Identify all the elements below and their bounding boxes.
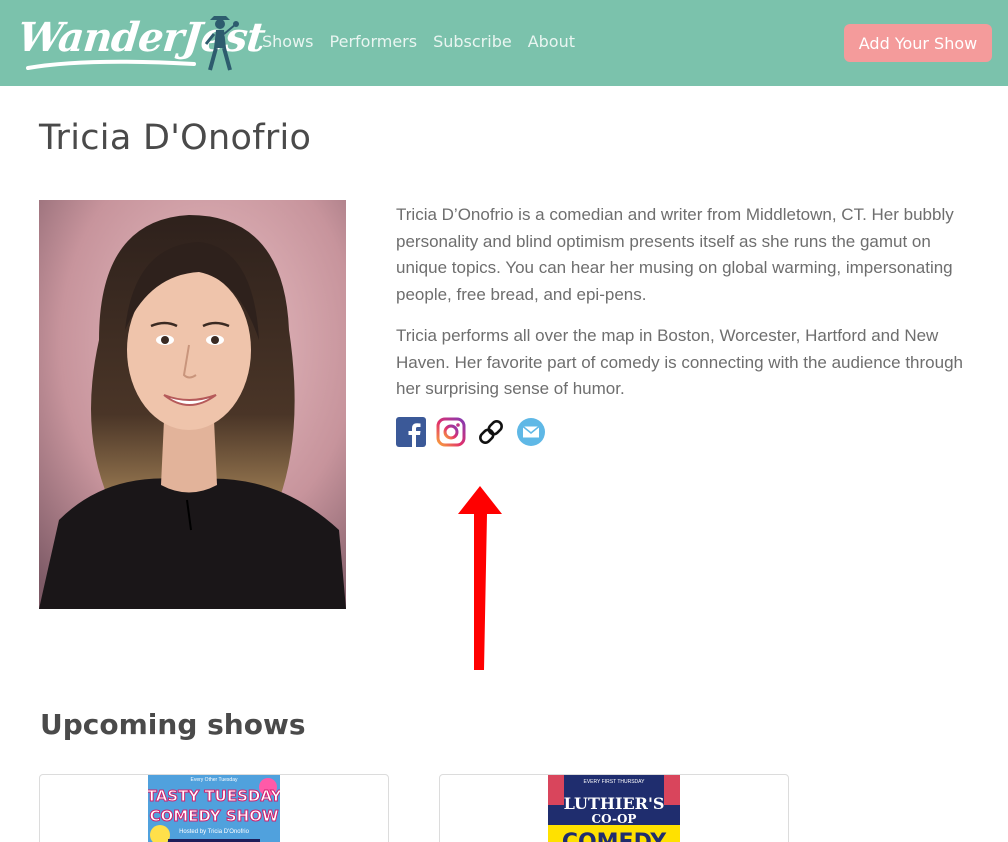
poster-subtitle: Hosted by Tricia D'Onofrio xyxy=(179,829,250,835)
nav-link-subscribe[interactable]: Subscribe xyxy=(433,32,512,51)
show-card[interactable]: Every Other Tuesday TASTY TUESDAY COMEDY… xyxy=(39,774,389,842)
logo[interactable]: WanderJest xyxy=(16,10,267,76)
performer-bio: Tricia D’Onofrio is a comedian and write… xyxy=(396,202,968,418)
link-icon[interactable] xyxy=(476,417,506,447)
nav-link-shows[interactable]: Shows xyxy=(262,32,314,51)
poster-title-line: CO-OP xyxy=(592,812,637,826)
poster-title-line: COMEDY xyxy=(562,830,667,842)
add-your-show-button[interactable]: Add Your Show xyxy=(844,24,992,62)
upcoming-shows-title: Upcoming shows xyxy=(40,708,306,741)
performer-name: Tricia D'Onofrio xyxy=(39,118,312,158)
bio-paragraph: Tricia performs all over the map in Bost… xyxy=(396,326,963,398)
show-poster: Every Other Tuesday TASTY TUESDAY COMEDY… xyxy=(148,775,280,842)
nav-links: Shows Performers Subscribe About xyxy=(262,32,591,51)
bio-paragraph: Tricia D’Onofrio is a comedian and write… xyxy=(396,205,954,304)
email-icon[interactable] xyxy=(516,417,546,447)
instagram-icon[interactable] xyxy=(436,417,466,447)
show-card[interactable]: EVERY FIRST THURSDAY LUTHIER'S CO-OP COM… xyxy=(439,774,789,842)
poster-title-line: COMEDY SHOW xyxy=(149,807,278,825)
nav-link-about[interactable]: About xyxy=(528,32,575,51)
poster-top-text: EVERY FIRST THURSDAY xyxy=(584,779,646,785)
poster-title-line: LUTHIER'S xyxy=(564,794,665,813)
wanderer-figure-icon xyxy=(204,16,239,71)
show-poster: EVERY FIRST THURSDAY LUTHIER'S CO-OP COM… xyxy=(548,775,680,842)
red-arrow-annotation xyxy=(458,486,502,670)
performer-photo xyxy=(39,200,346,609)
poster-top-text: Every Other Tuesday xyxy=(191,777,238,783)
poster-title-line: TASTY TUESDAY xyxy=(148,787,280,805)
facebook-icon[interactable] xyxy=(396,417,426,447)
logo-swoosh xyxy=(26,59,196,70)
nav-link-performers[interactable]: Performers xyxy=(330,32,418,51)
social-links xyxy=(396,417,546,447)
navbar: WanderJest Shows Performers Subscribe Ab… xyxy=(0,0,1008,86)
